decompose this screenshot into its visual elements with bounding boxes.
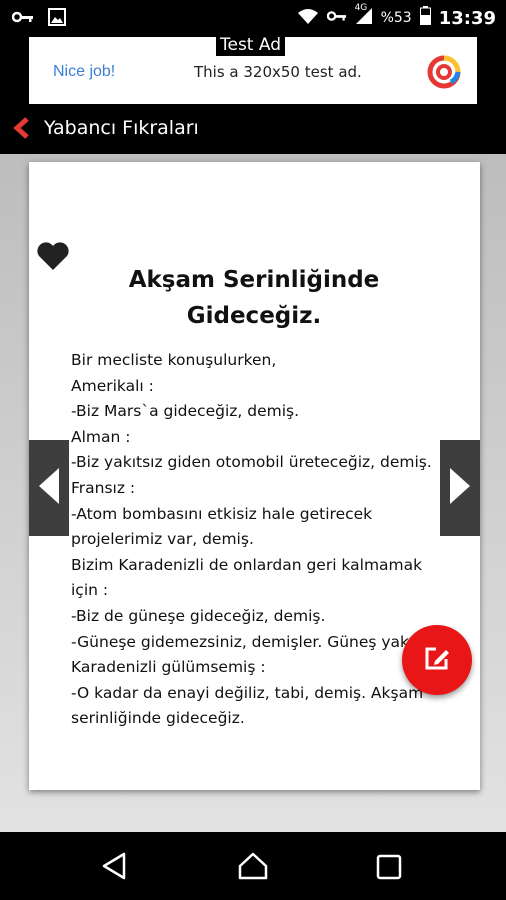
test-ad-label: Test Ad [216, 34, 286, 56]
triangle-left-icon [37, 466, 61, 511]
recents-nav-icon[interactable] [376, 854, 402, 885]
ad-text[interactable]: This a 320x50 test ad. [194, 63, 362, 81]
ad-logo-icon[interactable] [426, 54, 462, 95]
app-bar: Yabancı Fıkraları [0, 106, 506, 154]
key-icon [326, 8, 347, 28]
previous-joke-button[interactable] [29, 440, 69, 536]
key-icon [11, 10, 34, 29]
heart-icon[interactable] [36, 241, 70, 276]
ad-nice-job-text[interactable]: Nice job! [53, 63, 115, 81]
image-icon [48, 8, 66, 31]
battery-percent: %53 [380, 10, 412, 26]
next-joke-button[interactable] [440, 440, 480, 536]
app-title: Yabancı Fıkraları [44, 117, 199, 139]
edit-icon [423, 644, 451, 677]
triangle-right-icon [448, 466, 472, 511]
clock: 13:39 [438, 7, 496, 29]
edit-fab-button[interactable] [402, 625, 472, 695]
content-area: Akşam Serinliğinde Gideceğiz. Bir meclis… [0, 154, 506, 832]
battery-icon [419, 6, 431, 30]
signal-icon: 4G [355, 3, 373, 30]
joke-card: Akşam Serinliğinde Gideceğiz. Bir meclis… [29, 162, 480, 790]
home-nav-icon[interactable] [238, 852, 268, 885]
ad-container: Nice job! This a 320x50 test ad. Test Ad [0, 34, 506, 106]
joke-title: Akşam Serinliğinde Gideceğiz. [128, 267, 380, 329]
back-nav-icon[interactable] [101, 852, 127, 885]
network-label: 4G [354, 2, 368, 13]
chevron-left-icon[interactable] [12, 116, 32, 145]
system-nav-bar [0, 832, 506, 900]
joke-body: Bir mecliste konuşulurken, Amerikalı : -… [71, 351, 432, 728]
wifi-icon [297, 7, 319, 30]
status-bar: 4G %53 13:39 [0, 0, 506, 34]
